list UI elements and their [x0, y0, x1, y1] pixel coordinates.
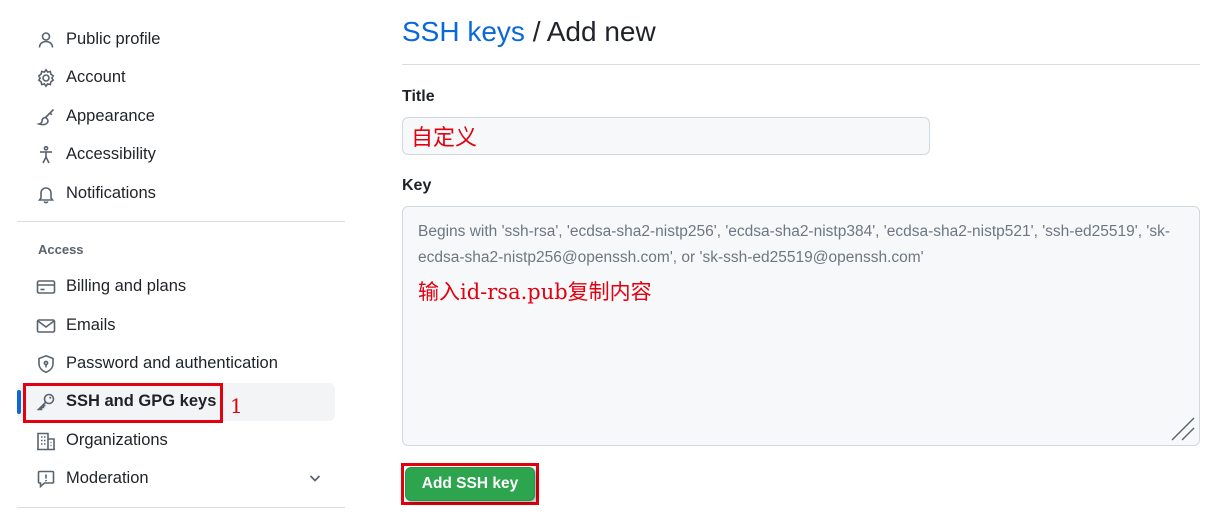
paintbrush-icon [36, 107, 56, 127]
accessibility-icon [36, 145, 56, 165]
sidebar-item-organizations[interactable]: Organizations [17, 422, 335, 460]
sidebar-item-emails[interactable]: Emails [17, 307, 335, 345]
breadcrumb-separator: / [532, 16, 541, 47]
sidebar-item-label: Public profile [66, 30, 161, 48]
sidebar-section-heading: Access [38, 242, 84, 257]
key-textarea[interactable]: Begins with 'ssh-rsa', 'ecdsa-sha2-nistp… [402, 206, 1200, 446]
sidebar-item-label: Accessibility [66, 145, 156, 163]
sidebar-item-label: Notifications [66, 184, 156, 202]
bell-icon [36, 184, 56, 204]
active-indicator [17, 390, 21, 414]
sidebar-item-ssh-gpg-keys[interactable]: SSH and GPG keys [17, 383, 335, 421]
sidebar-item-label: Password and authentication [66, 354, 278, 372]
settings-sidebar: Public profile Account Appearance Access… [17, 0, 347, 515]
chevron-down-icon[interactable] [307, 470, 323, 486]
sidebar-item-label: Organizations [66, 431, 168, 449]
sidebar-item-label: Billing and plans [66, 277, 187, 295]
sidebar-item-label: Emails [66, 316, 116, 334]
key-field-label: Key [402, 177, 432, 194]
page-title: SSH keys / Add new [402, 16, 656, 48]
annotation-step-number: 1 [230, 394, 243, 418]
report-icon [36, 469, 56, 489]
sidebar-item-label: Appearance [66, 107, 155, 125]
page-title-text: Add new [546, 16, 656, 47]
title-input[interactable] [402, 117, 930, 155]
organization-icon [36, 431, 56, 451]
shield-lock-icon [36, 354, 56, 374]
add-ssh-key-button[interactable]: Add SSH key [405, 467, 535, 501]
title-field-label: Title [402, 88, 435, 105]
sidebar-item-label: Moderation [66, 469, 149, 487]
breadcrumb-ssh-keys-link[interactable]: SSH keys [402, 16, 525, 47]
sidebar-item-label: SSH and GPG keys [66, 392, 217, 410]
sidebar-item-account[interactable]: Account [17, 59, 335, 97]
sidebar-divider [17, 507, 345, 508]
sidebar-item-billing[interactable]: Billing and plans [17, 268, 335, 306]
mail-icon [36, 316, 56, 336]
credit-card-icon [36, 277, 56, 297]
sidebar-item-public-profile[interactable]: Public profile [17, 21, 335, 59]
sidebar-item-password-auth[interactable]: Password and authentication [17, 345, 335, 383]
sidebar-item-appearance[interactable]: Appearance [17, 98, 335, 136]
sidebar-item-notifications[interactable]: Notifications [17, 175, 335, 213]
resize-handle-icon[interactable] [1166, 412, 1196, 442]
sidebar-divider [17, 221, 345, 222]
sidebar-item-accessibility[interactable]: Accessibility [17, 136, 335, 174]
person-icon [36, 30, 56, 50]
title-divider [402, 64, 1200, 65]
gear-icon [36, 68, 56, 88]
key-icon [36, 392, 56, 412]
annotation-key-instruction: 输入id-rsa.pub复制内容 [418, 280, 652, 304]
key-placeholder: Begins with 'ssh-rsa', 'ecdsa-sha2-nistp… [418, 223, 1170, 266]
sidebar-item-moderation[interactable]: Moderation [17, 460, 335, 498]
main-content: SSH keys / Add new Title Key Begins with… [401, 0, 1200, 515]
sidebar-item-label: Account [66, 68, 126, 86]
